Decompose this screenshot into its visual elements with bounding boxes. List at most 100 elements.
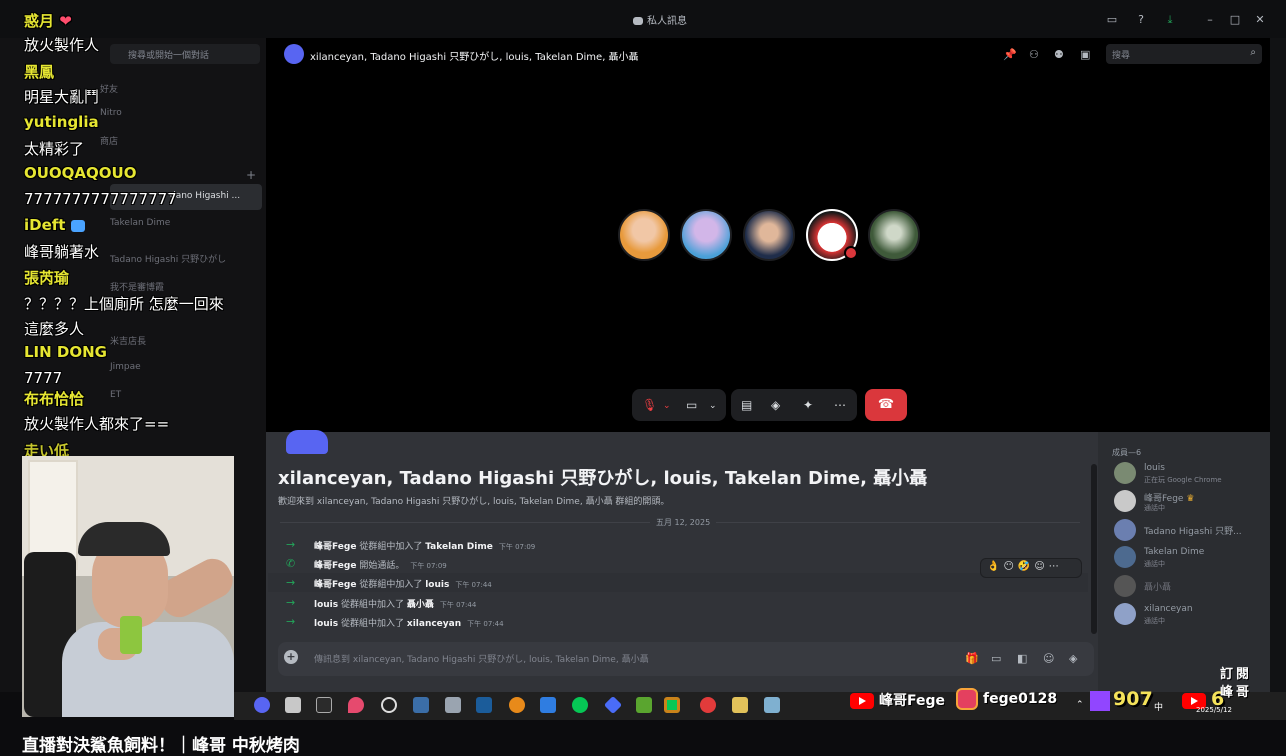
system-message[interactable]: → 峰哥Fege 從群組中加入了 louis 下午 07:44 <box>268 573 1088 592</box>
message-text: 峰哥Fege 從群組中加入了 louis 下午 07:44 <box>314 580 492 590</box>
system-message[interactable]: → louis 從群組中加入了 xilanceyan 下午 07:44 <box>268 612 1088 631</box>
cam-drink-can <box>120 616 142 654</box>
system-message[interactable]: ✆ 峰哥Fege 開始通話。 下午 07:09 <box>268 554 1088 573</box>
calculator-taskbar-icon[interactable] <box>445 697 461 713</box>
youtube-handle: 峰哥Fege <box>850 690 945 712</box>
window-title: 私人訊息 <box>600 12 720 27</box>
message-text: louis 從群組中加入了 聶小聶 下午 07:44 <box>314 600 477 610</box>
arrow-right-icon: → <box>286 538 296 551</box>
arrow-right-icon: → <box>286 596 296 609</box>
chat-username: iDeft <box>24 216 85 234</box>
message-reaction-bar[interactable]: 👌😶🤣☺⋯ <box>980 558 1082 578</box>
help-icon[interactable]: ? <box>1135 14 1147 26</box>
chat-username: LIN DONG <box>24 343 107 361</box>
participant-avatar-2[interactable] <box>680 209 732 261</box>
members-icon[interactable]: ⚉ <box>1054 48 1064 61</box>
app-taskbar-icon[interactable] <box>540 697 556 713</box>
steam-taskbar-icon[interactable] <box>476 697 492 713</box>
line-taskbar-icon[interactable] <box>572 697 588 713</box>
avatar <box>1114 462 1136 484</box>
ime-indicator[interactable]: 中 <box>1154 700 1163 713</box>
participant-avatar-3[interactable] <box>743 209 795 261</box>
member-status: 通話中 <box>1144 617 1165 625</box>
maximize-icon[interactable]: □ <box>1229 14 1241 26</box>
message-text: louis 從群組中加入了 xilanceyan 下午 07:44 <box>314 619 504 629</box>
dm-item-takelan[interactable]: Takelan Dime <box>110 218 170 228</box>
group-dm-icon <box>284 44 304 64</box>
line-taskbar-icon[interactable] <box>664 697 680 713</box>
app-taskbar-icon[interactable] <box>509 697 525 713</box>
capcut-taskbar-icon[interactable] <box>316 697 332 713</box>
member-status: 正在玩 Google Chrome <box>1144 476 1222 484</box>
obs-taskbar-icon[interactable] <box>381 697 397 713</box>
dm-item-7[interactable]: ET <box>110 390 121 400</box>
youtube-icon <box>850 693 874 709</box>
tray-chevron-icon[interactable]: ⌃ <box>1076 700 1084 710</box>
avatar <box>1114 546 1136 568</box>
app-taskbar-icon[interactable] <box>413 697 429 713</box>
avatar <box>1114 603 1136 625</box>
dm-item-6[interactable]: Jimpae <box>110 362 141 372</box>
participant-avatar-1[interactable] <box>618 209 670 261</box>
screen-share-icon[interactable]: ▤ <box>741 398 752 412</box>
gift-icon[interactable]: 🎁 <box>965 652 979 665</box>
image-icon[interactable]: ▣ <box>1080 48 1090 61</box>
add-friend-icon[interactable]: ⚇ <box>1029 48 1039 61</box>
chevron-down-icon[interactable]: ⌄ <box>663 401 671 411</box>
app-taskbar-icon[interactable] <box>348 697 364 713</box>
minimize-icon[interactable]: – <box>1204 14 1216 26</box>
app-taskbar-icon[interactable] <box>700 697 716 713</box>
instagram-icon <box>956 688 978 710</box>
phone-icon: ✆ <box>286 557 296 570</box>
chat-username: 張芮瑜 <box>24 269 70 287</box>
add-attachment-icon[interactable]: + <box>284 650 298 664</box>
chat-username: yutinglia <box>24 113 99 131</box>
find-conversation-input[interactable]: 搜尋或開始一個對話 <box>110 44 260 64</box>
welcome-subtitle: 歡迎來到 xilanceyan, Tadano Higashi 只野ひがし, l… <box>278 497 670 507</box>
pin-icon[interactable]: 📌 <box>1003 48 1017 61</box>
emoji-icon[interactable]: ☺ <box>1043 652 1054 665</box>
disconnect-button[interactable]: ☎ <box>865 389 907 421</box>
sidebar-item-nitro[interactable]: Nitro <box>100 108 122 118</box>
tray-date[interactable]: 2025/5/12 <box>1196 706 1232 714</box>
window-title-text: 私人訊息 <box>647 16 687 27</box>
avatar <box>1114 519 1136 541</box>
twitch-count: 907 <box>1113 688 1153 710</box>
chevron-down-icon[interactable]: ⌄ <box>709 401 717 411</box>
more-icon[interactable]: ⋯ <box>834 398 846 412</box>
sidebar-item-friends[interactable]: 好友 <box>100 82 118 95</box>
system-message[interactable]: → louis 從群組中加入了 聶小聶 下午 07:44 <box>268 593 1088 612</box>
apps-icon[interactable]: ◈ <box>1069 652 1077 665</box>
sticker-icon[interactable]: ◧ <box>1017 652 1027 665</box>
app-taskbar-icon[interactable] <box>732 697 748 713</box>
subscribe-label: 訂閱峰哥 <box>1220 667 1253 700</box>
download-icon[interactable]: ⤓ <box>1164 14 1176 26</box>
app-taskbar-icon[interactable] <box>285 697 301 713</box>
cam-shirt <box>62 622 234 717</box>
gif-icon[interactable]: ▭ <box>991 652 1001 665</box>
twitch-icon <box>1090 691 1110 711</box>
chat-message: 峰哥躺著水 <box>24 243 100 261</box>
instagram-name: fege0128 <box>983 691 1058 707</box>
chat-scrollbar[interactable] <box>1091 464 1097 634</box>
app-taskbar-icon[interactable] <box>764 697 780 713</box>
camera-off-icon[interactable]: ▭ <box>686 398 697 412</box>
dm-item-tadano[interactable]: Tadano Higashi 只野ひがし <box>110 252 226 265</box>
search-input[interactable]: 搜尋 ⌕ <box>1106 44 1262 64</box>
mic-muted-icon[interactable]: 🎙 <box>642 398 657 412</box>
activity-icon[interactable]: ◈ <box>771 398 780 412</box>
app-taskbar-icon[interactable] <box>636 697 652 713</box>
chat-message: 7777777777777777 <box>24 190 177 208</box>
inbox-icon[interactable]: ▭ <box>1106 14 1118 26</box>
participant-avatar-5[interactable] <box>868 209 920 261</box>
chat-message: 明星大亂鬥 <box>24 88 100 106</box>
avatar <box>1114 575 1136 597</box>
discord-taskbar-icon[interactable] <box>254 697 270 713</box>
search-icon: ⌕ <box>1250 47 1256 58</box>
close-icon[interactable]: ✕ <box>1254 14 1266 26</box>
create-dm-button[interactable]: + <box>246 168 256 182</box>
dm-item-active-label: dano Higashi ... <box>170 191 241 201</box>
sidebar-item-shop[interactable]: 商店 <box>100 134 118 147</box>
soundboard-icon[interactable]: ✦ <box>803 398 813 412</box>
system-message[interactable]: → 峰哥Fege 從群組中加入了 Takelan Dime 下午 07:09 <box>268 535 1088 554</box>
